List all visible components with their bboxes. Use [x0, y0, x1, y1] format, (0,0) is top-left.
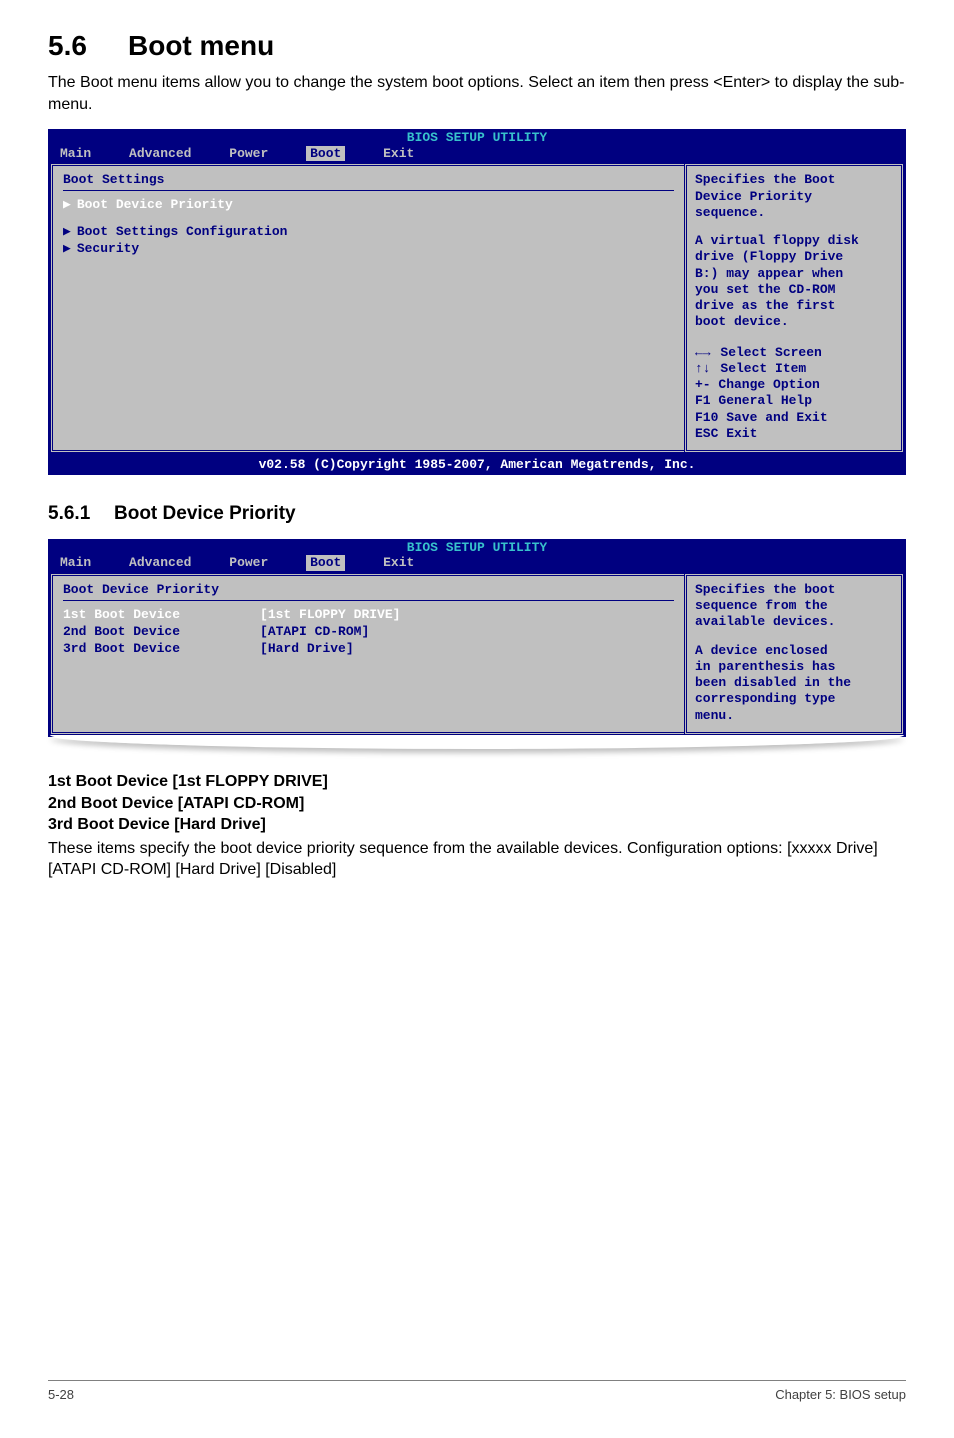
row-1st-boot-device[interactable]: 1st Boot Device [1st FLOPPY DRIVE]	[63, 607, 674, 624]
help-line: you set the CD-ROM	[695, 282, 893, 298]
up-down-arrow-icon: ↑↓	[695, 361, 718, 376]
tab-power[interactable]: Power	[229, 555, 268, 571]
page-number: 5-28	[48, 1387, 74, 1402]
tab-power[interactable]: Power	[229, 146, 268, 162]
row-2nd-boot-device[interactable]: 2nd Boot Device [ATAPI CD-ROM]	[63, 624, 674, 641]
help-line: drive as the first	[695, 298, 893, 314]
spacer	[63, 258, 674, 398]
menu-boot-settings-config[interactable]: ▶ Boot Settings Configuration	[63, 224, 674, 241]
spacer	[695, 221, 893, 233]
chapter-label: Chapter 5: BIOS setup	[775, 1387, 906, 1402]
tab-exit[interactable]: Exit	[383, 555, 414, 571]
bios-help-pane: Specifies the boot sequence from the ava…	[684, 573, 904, 735]
nav-select-screen: ←→ Select Screen	[695, 345, 893, 361]
subsection-number: 5.6.1	[48, 503, 114, 525]
menu-boot-device-priority[interactable]: ▶ Boot Device Priority	[63, 197, 674, 214]
tab-advanced[interactable]: Advanced	[129, 146, 191, 162]
row-value: [Hard Drive]	[260, 641, 354, 658]
tab-exit[interactable]: Exit	[383, 146, 414, 162]
submenu-arrow-icon: ▶	[63, 197, 71, 212]
row-3rd-boot-device[interactable]: 3rd Boot Device [Hard Drive]	[63, 641, 674, 658]
bios-title: BIOS SETUP UTILITY	[48, 539, 906, 556]
section-number: 5.6	[48, 30, 128, 62]
submenu-arrow-icon: ▶	[63, 224, 71, 239]
device-priority-header: Boot Device Priority	[63, 582, 674, 597]
section-title: Boot menu	[128, 30, 274, 61]
page-curl-shadow	[50, 735, 904, 749]
item-2nd-boot-heading: 2nd Boot Device [ATAPI CD-ROM]	[48, 793, 906, 815]
help-line: A virtual floppy disk	[695, 233, 893, 249]
help-line: corresponding type	[695, 691, 893, 707]
item-1st-boot-heading: 1st Boot Device [1st FLOPPY DRIVE]	[48, 771, 906, 793]
bios-title: BIOS SETUP UTILITY	[48, 129, 906, 146]
tab-main[interactable]: Main	[60, 555, 91, 571]
help-line: Specifies the Boot	[695, 172, 893, 188]
help-line: Specifies the boot	[695, 582, 893, 598]
menu-label: Boot Device Priority	[77, 197, 233, 212]
nav-exit: ESC Exit	[695, 426, 893, 442]
nav-block: ←→ Select Screen ↑↓ Select Item +- Chang…	[695, 345, 893, 443]
row-label: 2nd Boot Device	[63, 624, 180, 639]
row-value: [1st FLOPPY DRIVE]	[260, 607, 400, 624]
nav-save-exit: F10 Save and Exit	[695, 410, 893, 426]
intro-text: The Boot menu items allow you to change …	[48, 72, 906, 115]
nav-general-help: F1 General Help	[695, 393, 893, 409]
help-line: sequence from the	[695, 598, 893, 614]
spacer	[48, 749, 906, 771]
bios-help-pane: Specifies the Boot Device Priority seque…	[684, 163, 904, 453]
bios-left-pane: Boot Settings ▶ Boot Device Priority ▶ Boo…	[50, 163, 684, 453]
subsection-title: Boot Device Priority	[114, 503, 296, 524]
row-value: [ATAPI CD-ROM]	[260, 624, 369, 641]
divider	[63, 190, 674, 191]
spacer	[695, 631, 893, 643]
item-description: These items specify the boot device prio…	[48, 838, 906, 881]
spacer	[63, 658, 674, 692]
bios-tabs: Main Advanced Power Boot Exit	[48, 146, 906, 164]
help-line: A device enclosed	[695, 643, 893, 659]
help-line: boot device.	[695, 314, 893, 330]
page-footer: 5-28 Chapter 5: BIOS setup	[48, 1380, 906, 1402]
help-line: drive (Floppy Drive	[695, 249, 893, 265]
help-line: in parenthesis has	[695, 659, 893, 675]
nav-change-option: +- Change Option	[695, 377, 893, 393]
subsection-heading: 5.6.1Boot Device Priority	[48, 503, 906, 525]
menu-label: Security	[77, 241, 139, 256]
help-line: B:) may appear when	[695, 266, 893, 282]
tab-boot[interactable]: Boot	[306, 555, 345, 571]
divider	[63, 600, 674, 601]
help-line: menu.	[695, 708, 893, 724]
tab-main[interactable]: Main	[60, 146, 91, 162]
submenu-arrow-icon: ▶	[63, 241, 71, 256]
section-heading: 5.6Boot menu	[48, 30, 906, 62]
boot-settings-header: Boot Settings	[63, 172, 674, 187]
row-label: 3rd Boot Device	[63, 641, 180, 656]
help-line: been disabled in the	[695, 675, 893, 691]
help-line: available devices.	[695, 614, 893, 630]
row-label: 1st Boot Device	[63, 607, 180, 622]
nav-select-item: ↑↓ Select Item	[695, 361, 893, 377]
menu-security[interactable]: ▶ Security	[63, 241, 674, 258]
help-line: sequence.	[695, 205, 893, 221]
bios-copyright: v02.58 (C)Copyright 1985-2007, American …	[48, 455, 906, 475]
bios-window-device-priority: BIOS SETUP UTILITY Main Advanced Power B…	[48, 539, 906, 737]
left-right-arrow-icon: ←→	[695, 345, 718, 360]
bios-window-boot-settings: BIOS SETUP UTILITY Main Advanced Power B…	[48, 129, 906, 475]
spacer	[63, 214, 674, 224]
help-line: Device Priority	[695, 189, 893, 205]
tab-boot[interactable]: Boot	[306, 146, 345, 162]
bios-left-pane: Boot Device Priority 1st Boot Device [1st…	[50, 573, 684, 735]
bios-tabs: Main Advanced Power Boot Exit	[48, 555, 906, 573]
tab-advanced[interactable]: Advanced	[129, 555, 191, 571]
menu-label: Boot Settings Configuration	[77, 224, 288, 239]
item-3rd-boot-heading: 3rd Boot Device [Hard Drive]	[48, 814, 906, 836]
